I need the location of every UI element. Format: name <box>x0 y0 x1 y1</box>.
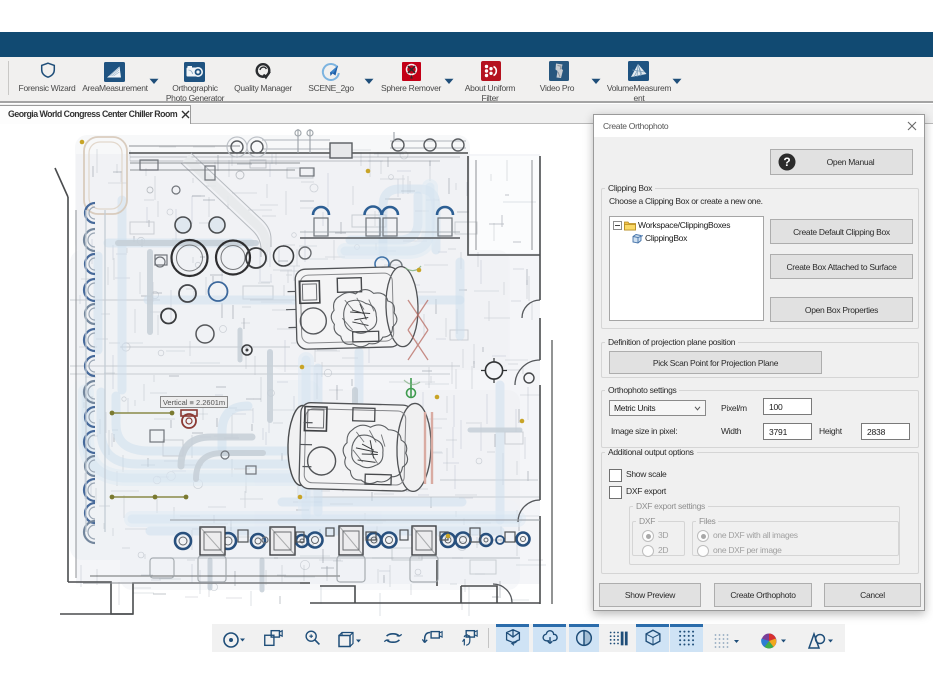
svg-text:?: ? <box>783 155 790 169</box>
